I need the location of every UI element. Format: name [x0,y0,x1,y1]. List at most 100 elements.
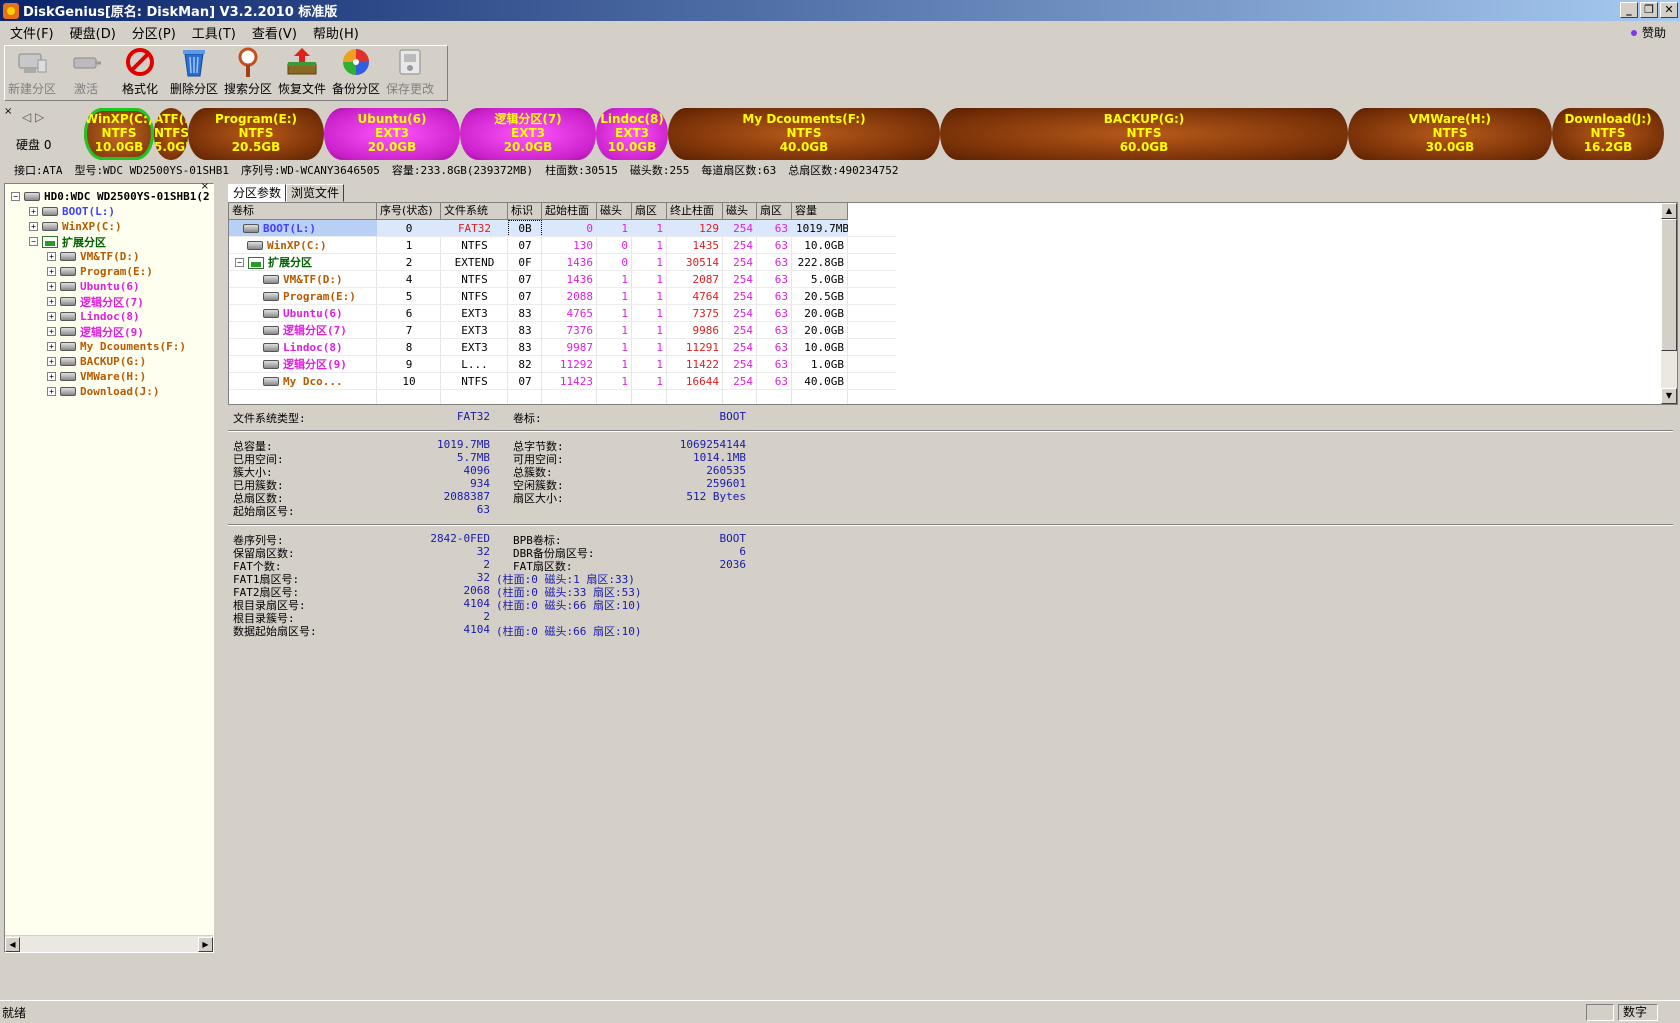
diskmap-partition[interactable]: WinXP(C:) NTFS 10.0GB [84,108,154,160]
collapse-icon[interactable]: − [11,192,20,201]
column-header[interactable]: 终止柱面 [667,203,723,220]
column-header[interactable]: 磁头 [723,203,757,220]
diskmap-partition[interactable]: ATF(D:)NTFS5.0GB [154,108,188,160]
column-header[interactable]: 容量 [792,203,848,220]
diskmap-close-icon[interactable]: × [4,106,12,117]
tab-browse-files[interactable]: 浏览文件 [286,184,345,202]
expand-icon[interactable]: + [47,387,56,396]
menu-tools[interactable]: 工具(T) [184,23,244,42]
diskmap-partition[interactable]: Ubuntu(6) EXT3 20.0GB [324,108,460,160]
column-header[interactable]: 序号(状态) [377,203,441,220]
row-label-text: My Dco... [283,375,343,388]
column-header[interactable]: 标识 [508,203,542,220]
menu-view[interactable]: 查看(V) [244,23,305,42]
delete-partition-button[interactable]: 删除分区 [167,46,221,100]
tree-node[interactable]: + VM&TF(D:) [47,249,140,264]
table-cell: NTFS [461,239,488,252]
tree-node[interactable]: + My Dcouments(F:) [47,339,186,354]
diskmap-partition[interactable]: 逻辑分区(7) EXT3 20.0GB [460,108,596,160]
table-cell: 1435 [692,239,720,252]
diskmap-partition-size: 20.5GB [231,140,281,154]
format-button[interactable]: 格式化 [113,46,167,100]
tree-node[interactable]: + Program(E:) [47,264,153,279]
diskmap-partition[interactable]: Lindoc(8) EXT3 10.0GB [596,108,668,160]
disk-number: 硬盘 0 [16,138,52,152]
diskmap-partition-name: Program(E:) [214,112,298,126]
tree-node[interactable]: + 逻辑分区(9) [47,324,144,339]
expand-icon[interactable]: + [47,282,56,291]
restore-files-button[interactable]: 恢复文件 [275,46,329,100]
disk-info-item: 接口:ATA [14,164,63,177]
collapse-icon[interactable]: − [235,258,244,267]
table-cell: 1 [656,222,663,235]
table-cell: 16644 [685,375,719,388]
diskmap-partition-fs: NTFS [154,126,188,140]
expand-icon[interactable]: + [47,342,56,351]
expand-icon[interactable]: + [47,267,56,276]
tree-node[interactable]: + BOOT(L:) [29,204,115,219]
table-cell: 83 [518,341,532,354]
app-logo-icon [3,2,19,19]
save-changes-button[interactable]: 保存更改 [383,46,437,100]
diskmap-partition[interactable]: BACKUP(G:) NTFS 60.0GB [940,108,1348,160]
table-cell: 254 [733,222,753,235]
column-header[interactable]: 文件系统 [441,203,508,220]
expand-icon[interactable]: + [47,312,56,321]
minimize-button[interactable]: _ [1620,2,1638,18]
hard-disk-icon [24,192,40,201]
column-header[interactable]: 磁头 [597,203,632,220]
diskmap-partition[interactable]: Download(J:) NTFS 16.2GB [1552,108,1664,160]
disk-info-item: 每道扇区数:63 [701,164,777,177]
scroll-down-icon[interactable]: ▼ [1661,388,1677,404]
tree-node[interactable]: + WinXP(C:) [29,219,122,234]
scroll-thumb[interactable] [1661,219,1677,351]
disk-nav-arrows[interactable]: ◁ ▷ [22,110,44,124]
table-cell: NTFS [461,375,488,388]
close-button[interactable]: ✕ [1660,2,1678,18]
column-header[interactable]: 扇区 [757,203,792,220]
table-cell: 1 [621,341,628,354]
tree-node[interactable]: + BACKUP(G:) [47,354,146,369]
column-header[interactable]: 卷标 [229,203,377,220]
tree-node[interactable]: + Lindoc(8) [47,309,140,324]
tree-root-disk[interactable]: − HD0:WDC WD2500YS-01SHB1(2 [11,189,210,204]
table-cell: EXT3 [461,341,488,354]
tree-node-label: Program(E:) [80,265,153,278]
scroll-up-icon[interactable]: ▲ [1661,203,1677,219]
diskmap-partition[interactable]: VMWare(H:) NTFS 30.0GB [1348,108,1552,160]
menu-partition[interactable]: 分区(P) [124,23,184,42]
collapse-icon[interactable]: − [29,237,38,246]
tree-node[interactable]: − 扩展分区 [29,234,106,249]
tree-node[interactable]: + Download(J:) [47,384,159,399]
table-cell: 10.0GB [804,239,844,252]
table-cell: 07 [518,375,532,388]
menu-file[interactable]: 文件(F) [2,23,62,42]
scroll-right-icon[interactable]: ▶ [198,937,213,952]
expand-icon[interactable]: + [47,297,56,306]
backup-partition-button[interactable]: 备份分区 [329,46,383,100]
table-vertical-scrollbar[interactable]: ▲ ▼ [1661,203,1677,404]
restore-button[interactable]: ❐ [1640,2,1658,18]
menu-help[interactable]: 帮助(H) [305,23,367,42]
diskmap-partition[interactable]: My Dcouments(F:) NTFS 40.0GB [668,108,940,160]
search-partition-button[interactable]: 搜索分区 [221,46,275,100]
tree-horizontal-scrollbar[interactable]: ◀ ▶ [5,935,213,952]
tree-node[interactable]: + VMWare(H:) [47,369,146,384]
expand-icon[interactable]: + [47,372,56,381]
column-header[interactable]: 扇区 [632,203,667,220]
menu-disk[interactable]: 硬盘(D) [62,23,124,42]
sponsor-link[interactable]: 赞助 [1630,24,1666,41]
expand-icon[interactable]: + [47,357,56,366]
scroll-left-icon[interactable]: ◀ [5,937,20,952]
activate-button[interactable]: 激活 [59,46,113,100]
column-header[interactable]: 起始柱面 [542,203,597,220]
expand-icon[interactable]: + [47,327,56,336]
tab-partition-params[interactable]: 分区参数 [228,184,287,202]
expand-icon[interactable]: + [29,207,38,216]
diskmap-partition[interactable]: Program(E:) NTFS 20.5GB [188,108,324,160]
expand-icon[interactable]: + [47,252,56,261]
expand-icon[interactable]: + [29,222,38,231]
new-partition-button[interactable]: 新建分区 [5,46,59,100]
tree-node[interactable]: + Ubuntu(6) [47,279,140,294]
tree-node[interactable]: + 逻辑分区(7) [47,294,144,309]
